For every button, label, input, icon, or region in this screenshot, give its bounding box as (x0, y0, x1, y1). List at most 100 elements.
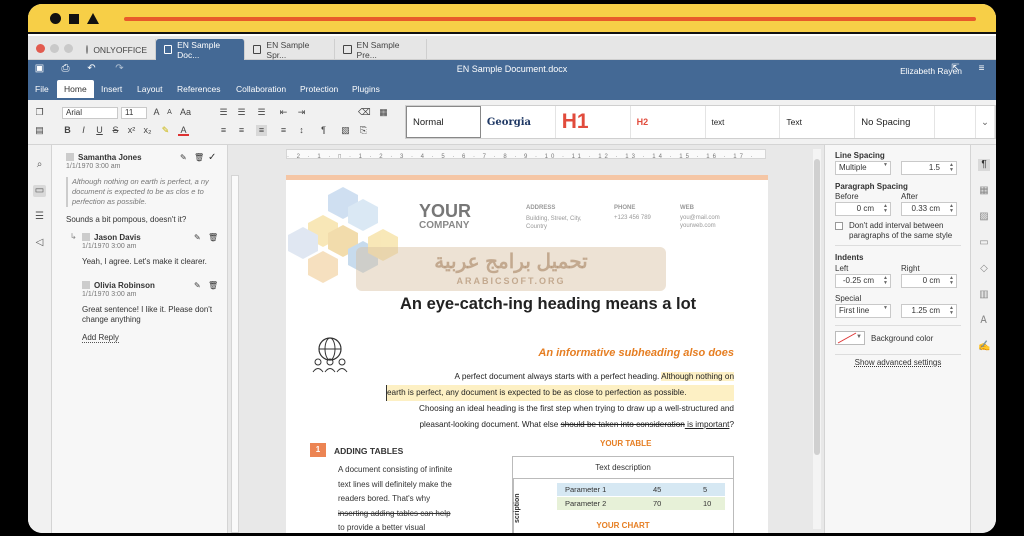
align-left-icon[interactable]: ≡ (218, 125, 229, 136)
paragraph-settings-icon[interactable]: ¶ (978, 159, 990, 171)
clear-style-icon[interactable]: ⌫ (358, 107, 371, 118)
resolve-comment-icon[interactable]: ✓ (208, 152, 216, 163)
signature-icon[interactable]: ✍ (978, 341, 990, 353)
paste-icon[interactable]: ▤ (34, 125, 45, 136)
advanced-settings-link[interactable]: Show advanced settings (825, 358, 971, 367)
delete-reply-icon[interactable]: 🗑 (208, 281, 218, 290)
special-value-input[interactable]: 1.25 cm ▲ ▼ (901, 304, 957, 318)
copy-style-icon[interactable]: ⎘ (358, 125, 369, 136)
open-location-icon[interactable]: ⇱ (950, 64, 961, 74)
insert-table-icon[interactable]: ▦ (378, 107, 389, 118)
bullet-list-icon[interactable]: ☰ (218, 107, 229, 118)
menu-protection[interactable]: Protection (294, 82, 344, 96)
edit-reply-icon[interactable]: ✎ (194, 233, 201, 242)
reply-arrow-icon: ↳ (70, 232, 77, 241)
menu-insert[interactable]: Insert (95, 82, 128, 96)
style-text[interactable]: Text (780, 106, 856, 138)
no-interval-checkbox[interactable] (835, 222, 843, 230)
style-no-spacing[interactable]: No Spacing (855, 106, 936, 138)
decrease-font-icon[interactable]: A (164, 107, 175, 118)
spacing-before-input[interactable]: 0 cm ▲ ▼ (835, 202, 891, 216)
tab-label: EN Sample Pre... (356, 39, 400, 60)
navigation-icon[interactable]: ☰ (33, 211, 46, 223)
style-text-lower[interactable]: text (706, 106, 781, 138)
align-right-icon[interactable]: ≡ (256, 125, 267, 136)
line-spacing-icon[interactable]: ↕ (296, 125, 307, 136)
menu-collaboration[interactable]: Collaboration (230, 82, 292, 96)
table-settings-icon[interactable]: ▦ (978, 185, 990, 197)
font-size-select[interactable]: 11 (121, 107, 147, 119)
vertical-ruler[interactable] (231, 175, 239, 533)
edit-reply-icon[interactable]: ✎ (194, 281, 201, 290)
chart-settings-icon[interactable]: ▥ (978, 289, 990, 301)
multilevel-list-icon[interactable]: ☰ (256, 107, 267, 118)
superscript-icon[interactable]: x² (126, 125, 137, 136)
align-center-icon[interactable]: ≡ (236, 125, 247, 136)
menu-layout[interactable]: Layout (131, 82, 169, 96)
para-text: Choosing an ideal heading is the first s… (419, 404, 734, 413)
numbered-list-icon[interactable]: ☰ (236, 107, 247, 118)
paragraph-marks-icon[interactable]: ¶ (318, 125, 329, 136)
menu-file[interactable]: File (29, 82, 55, 96)
line-spacing-mode-select[interactable]: Multiple ▼ (835, 161, 891, 175)
horizontal-ruler[interactable]: · 2 · 1 · ▯ · 1 · 2 · 3 · 4 · 5 · 6 · 7 … (286, 149, 766, 159)
increase-indent-icon[interactable]: ⇥ (296, 107, 307, 118)
minimize-window-button[interactable] (50, 44, 59, 53)
add-reply-link[interactable]: Add Reply (82, 333, 119, 343)
spacing-after-input[interactable]: 0.33 cm ▲ ▼ (901, 202, 957, 216)
style-h1[interactable]: H1 (556, 106, 631, 138)
close-window-button[interactable] (36, 44, 45, 53)
delete-comment-icon[interactable]: 🗑 (194, 153, 204, 162)
indent-left-input[interactable]: -0.25 cm ▲ ▼ (835, 274, 891, 288)
indent-right-label: Right (901, 264, 920, 273)
change-case-icon[interactable]: Aa (180, 107, 191, 118)
style-georgia[interactable]: Georgia (481, 106, 556, 138)
feedback-icon[interactable]: ◁ (33, 237, 46, 249)
hamburger-menu-icon[interactable]: ≡ (976, 64, 987, 74)
edit-comment-icon[interactable]: ✎ (180, 153, 187, 162)
sample-table[interactable]: Text description scription Parameter 1 4… (512, 456, 734, 533)
strikethrough-icon[interactable]: S (110, 125, 121, 136)
header-footer-icon[interactable]: ▭ (978, 237, 990, 249)
justify-icon[interactable]: ≡ (278, 125, 289, 136)
tab-presentation[interactable]: EN Sample Pre... (335, 39, 427, 60)
style-normal[interactable]: Normal (406, 106, 481, 138)
subscript-icon[interactable]: x₂ (142, 125, 153, 136)
comments-panel: Samantha Jones 1/1/1970 3:00 am ✎ 🗑 ✓ Al… (52, 145, 228, 533)
text-art-icon[interactable]: Ꭺ (978, 315, 990, 327)
delete-reply-icon[interactable]: 🗑 (208, 233, 218, 242)
shading-icon[interactable]: ▧ (340, 125, 351, 136)
comments-icon[interactable]: ▭ (33, 185, 46, 197)
document-page[interactable]: YOUR COMPANY ADDRESS Building, Street, C… (286, 175, 768, 533)
highlight-color-icon[interactable]: ✎ (160, 125, 171, 136)
special-mode-select[interactable]: First line ▼ (835, 304, 891, 318)
line-spacing-value[interactable]: 1.5 ▲ ▼ (901, 161, 957, 175)
expand-styles-chevron-icon[interactable]: ⌄ (975, 106, 996, 138)
spinner-icon: ▲ ▼ (883, 275, 888, 286)
square-icon (69, 13, 79, 24)
menu-home[interactable]: Home (57, 80, 94, 98)
underline-icon[interactable]: U (94, 125, 105, 136)
style-h2[interactable]: H2 (631, 106, 706, 138)
font-color-icon[interactable]: A (178, 125, 189, 136)
maximize-window-button[interactable] (64, 44, 73, 53)
bold-icon[interactable]: B (62, 125, 73, 136)
tab-document[interactable]: EN Sample Doc... (156, 39, 245, 60)
tab-onlyoffice[interactable]: ONLYOFFICE (78, 39, 156, 60)
table-row: Parameter 2 70 10 (557, 497, 725, 510)
menu-references[interactable]: References (171, 82, 226, 96)
search-icon[interactable]: ⌕ (33, 159, 46, 171)
shape-settings-icon[interactable]: ◇ (978, 263, 990, 275)
image-settings-icon[interactable]: ▨ (978, 211, 990, 223)
copy-icon[interactable]: ❐ (34, 107, 45, 118)
increase-font-icon[interactable]: A (151, 107, 162, 118)
decrease-indent-icon[interactable]: ⇤ (278, 107, 289, 118)
italic-icon[interactable]: I (78, 125, 89, 136)
menu-plugins[interactable]: Plugins (346, 82, 386, 96)
tab-spreadsheet[interactable]: EN Sample Spr... (245, 39, 335, 60)
font-family-select[interactable]: Arial (62, 107, 118, 119)
background-color-picker[interactable]: ▼ (835, 331, 865, 345)
spinner-icon: ▲ ▼ (949, 275, 954, 286)
indent-right-input[interactable]: 0 cm ▲ ▼ (901, 274, 957, 288)
vertical-scrollbar[interactable] (813, 149, 821, 529)
